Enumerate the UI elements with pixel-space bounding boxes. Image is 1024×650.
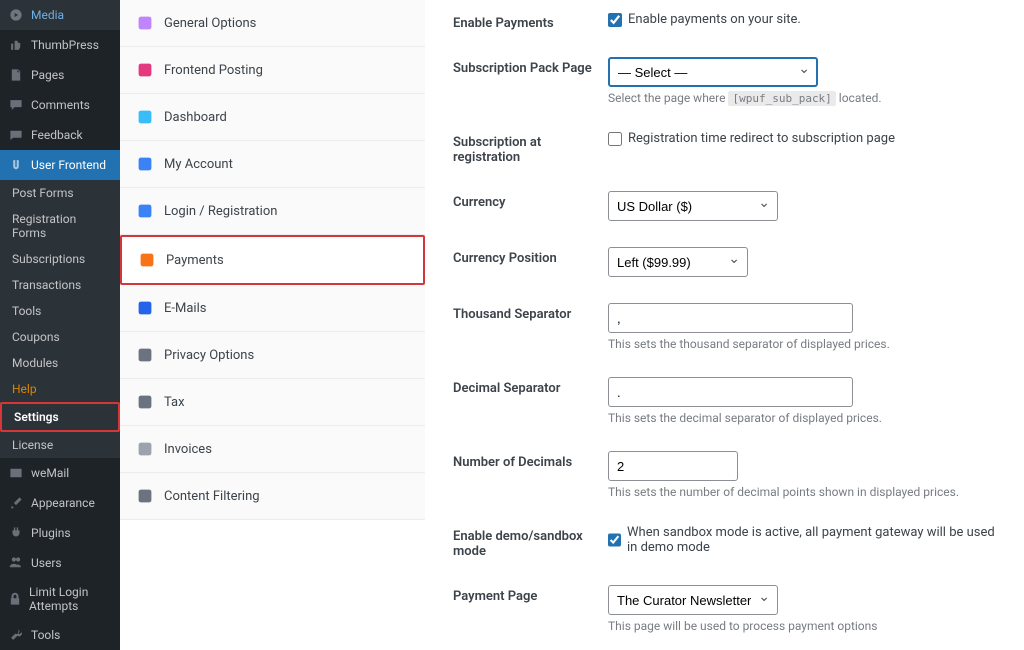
wp-admin-sidebar: MediaThumbPressPagesCommentsFeedbackUser… <box>0 0 120 650</box>
decimal-sep-input[interactable] <box>608 377 853 407</box>
sandbox-checkbox[interactable] <box>608 533 621 547</box>
tab-icon <box>136 440 154 458</box>
settings-tab-general-options[interactable]: General Options <box>120 0 425 47</box>
thousand-sep-help: This sets the thousand separator of disp… <box>608 337 996 351</box>
tab-icon <box>136 202 154 220</box>
tab-icon <box>138 251 156 269</box>
tab-icon <box>136 299 154 317</box>
settings-tab-dashboard[interactable]: Dashboard <box>120 94 425 141</box>
num-decimals-help: This sets the number of decimal points s… <box>608 485 996 499</box>
wp-menu-thumbpress[interactable]: ThumbPress <box>0 30 120 60</box>
tab-icon <box>136 346 154 364</box>
users-icon <box>8 555 24 571</box>
payment-page-label: Payment Page <box>453 585 608 604</box>
uf-sub-transactions[interactable]: Transactions <box>0 272 120 298</box>
settings-tab-tax[interactable]: Tax <box>120 379 425 426</box>
currency-pos-label: Currency Position <box>453 247 608 266</box>
uf-sub-help[interactable]: Help <box>0 376 120 402</box>
wp-menu-pages[interactable]: Pages <box>0 60 120 90</box>
uf-sub-registration-forms[interactable]: Registration Forms <box>0 206 120 246</box>
uf-sub-post-forms[interactable]: Post Forms <box>0 180 120 206</box>
tab-icon <box>136 393 154 411</box>
sandbox-checkbox-label[interactable]: When sandbox mode is active, all payment… <box>608 525 996 555</box>
brush-icon <box>8 495 24 511</box>
settings-tab-content-filtering[interactable]: Content Filtering <box>120 473 425 520</box>
num-decimals-label: Number of Decimals <box>453 451 608 470</box>
settings-tab-e-mails[interactable]: E-Mails <box>120 285 425 332</box>
sandbox-label: Enable demo/sandbox mode <box>453 525 608 559</box>
tab-icon <box>136 61 154 79</box>
lock-icon <box>8 591 22 607</box>
wrench-icon <box>8 627 24 643</box>
decimal-sep-help: This sets the decimal separator of displ… <box>608 411 996 425</box>
wp-menu-user-frontend[interactable]: User Frontend <box>0 150 120 180</box>
page-icon <box>8 67 24 83</box>
plug-icon <box>8 525 24 541</box>
subscription-page-select[interactable]: — Select — <box>608 57 818 87</box>
payment-page-select[interactable]: The Curator Newsletter <box>608 585 778 615</box>
thousand-sep-label: Thousand Separator <box>453 303 608 322</box>
sub-registration-checkbox[interactable] <box>608 132 622 146</box>
media-icon <box>8 7 24 23</box>
subscription-page-help: Select the page where [wpuf_sub_pack] lo… <box>608 91 996 105</box>
tab-icon <box>136 14 154 32</box>
enable-payments-label: Enable Payments <box>453 12 608 31</box>
settings-tab-frontend-posting[interactable]: Frontend Posting <box>120 47 425 94</box>
wp-menu-feedback[interactable]: Feedback <box>0 120 120 150</box>
uf-icon <box>8 157 24 173</box>
tab-icon <box>136 108 154 126</box>
wp-menu-limit-login-attempts[interactable]: Limit Login Attempts <box>0 578 120 620</box>
settings-content: Enable Payments Enable payments on your … <box>425 0 1024 650</box>
currency-select[interactable]: US Dollar ($) <box>608 191 778 221</box>
comment-icon <box>8 97 24 113</box>
wp-menu-users[interactable]: Users <box>0 548 120 578</box>
enable-payments-checkbox-label[interactable]: Enable payments on your site. <box>608 12 801 27</box>
uf-sub-settings[interactable]: Settings <box>0 402 120 432</box>
mail-icon <box>8 465 24 481</box>
enable-payments-checkbox[interactable] <box>608 13 622 27</box>
num-decimals-input[interactable] <box>608 451 738 481</box>
wp-menu-appearance[interactable]: Appearance <box>0 488 120 518</box>
settings-tab-privacy-options[interactable]: Privacy Options <box>120 332 425 379</box>
subscription-page-label: Subscription Pack Page <box>453 57 608 76</box>
tab-icon <box>136 155 154 173</box>
payment-page-help: This page will be used to process paymen… <box>608 619 996 633</box>
settings-tab-payments[interactable]: Payments <box>120 235 425 285</box>
wp-menu-media[interactable]: Media <box>0 0 120 30</box>
uf-sub-license[interactable]: License <box>0 432 120 458</box>
currency-label: Currency <box>453 191 608 210</box>
decimal-sep-label: Decimal Separator <box>453 377 608 396</box>
currency-pos-select[interactable]: Left ($99.99) <box>608 247 748 277</box>
feedback-icon <box>8 127 24 143</box>
thousand-sep-input[interactable] <box>608 303 853 333</box>
tab-icon <box>136 487 154 505</box>
wp-menu-comments[interactable]: Comments <box>0 90 120 120</box>
uf-sub-subscriptions[interactable]: Subscriptions <box>0 246 120 272</box>
settings-tabs-column: General OptionsFrontend PostingDashboard… <box>120 0 425 650</box>
wp-menu-tools[interactable]: Tools <box>0 620 120 650</box>
thumb-icon <box>8 37 24 53</box>
settings-tab-login-registration[interactable]: Login / Registration <box>120 188 425 235</box>
uf-sub-coupons[interactable]: Coupons <box>0 324 120 350</box>
wp-menu-plugins[interactable]: Plugins <box>0 518 120 548</box>
settings-tab-my-account[interactable]: My Account <box>120 141 425 188</box>
wp-menu-wemail[interactable]: weMail <box>0 458 120 488</box>
settings-tab-invoices[interactable]: Invoices <box>120 426 425 473</box>
sub-registration-checkbox-label[interactable]: Registration time redirect to subscripti… <box>608 131 895 146</box>
user-frontend-submenu: Post FormsRegistration FormsSubscription… <box>0 180 120 458</box>
sub-registration-label: Subscription at registration <box>453 131 608 165</box>
uf-sub-tools[interactable]: Tools <box>0 298 120 324</box>
uf-sub-modules[interactable]: Modules <box>0 350 120 376</box>
